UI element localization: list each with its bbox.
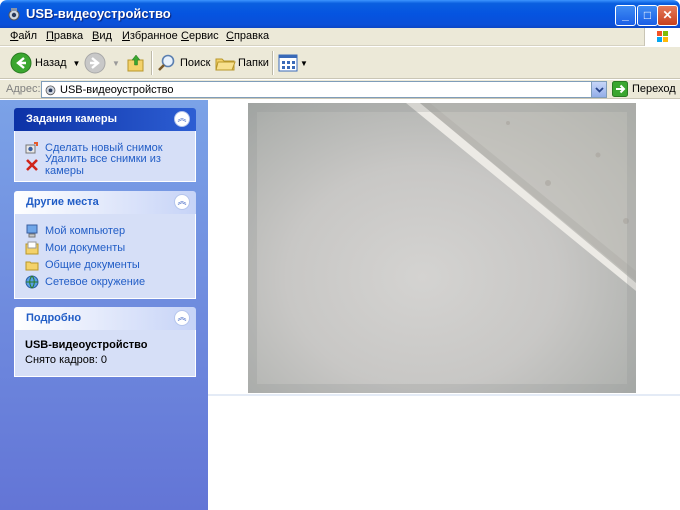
menu-file[interactable]: Файл <box>10 30 37 42</box>
toolbar: Назад ▼ ▼ Поиск Папки ▼ <box>0 47 680 79</box>
forward-arrow-icon <box>84 52 106 74</box>
toolbar-separator <box>272 51 273 75</box>
my-documents-label: Мои документы <box>45 241 126 254</box>
my-computer-label: Мой компьютер <box>45 224 126 237</box>
menu-tools[interactable]: Сервис <box>181 30 219 42</box>
delete-all-snapshots-link[interactable]: Удалить все снимки из камеры <box>25 153 185 177</box>
go-label: Переход <box>632 83 676 95</box>
my-documents-icon <box>25 241 39 254</box>
back-arrow-icon <box>10 52 32 74</box>
views-dropdown-icon: ▼ <box>300 58 308 68</box>
camera-tasks-title: Задания камеры <box>26 113 117 125</box>
device-name: USB-видеоустройство <box>25 339 148 351</box>
search-label: Поиск <box>180 57 211 69</box>
camera-tasks-body: Сделать новый снимок Удалить все снимки … <box>14 131 196 182</box>
task-pane: Задания камеры ︽ Сделать новый снимок Уд… <box>0 100 208 510</box>
menu-view[interactable]: Вид <box>92 30 112 42</box>
address-bar: Адрес: USB-видеоустройство Переход <box>0 80 680 99</box>
collapse-icon[interactable]: ︽ <box>174 194 190 210</box>
address-field[interactable]: USB-видеоустройство <box>41 81 607 98</box>
other-places-title: Другие места <box>26 196 99 208</box>
network-places-link[interactable]: Сетевое окружение <box>25 273 185 290</box>
forward-dropdown-icon[interactable]: ▼ <box>112 59 120 68</box>
back-button[interactable]: Назад ▼ <box>10 51 80 75</box>
shared-documents-link[interactable]: Общие документы <box>25 256 185 273</box>
up-folder-icon <box>127 54 144 72</box>
menu-help[interactable]: Справка <box>226 30 269 42</box>
folders-button[interactable]: Папки <box>214 51 269 75</box>
address-dropdown-button[interactable] <box>591 82 606 97</box>
details-header[interactable]: Подробно ︽ <box>14 307 196 330</box>
other-places-header[interactable]: Другие места ︽ <box>14 191 196 214</box>
details-panel: Подробно ︽ USB-видеоустройство Снято кад… <box>14 307 196 377</box>
camera-tasks-panel: Задания камеры ︽ Сделать новый снимок Уд… <box>14 108 196 182</box>
collapse-icon[interactable]: ︽ <box>174 310 190 326</box>
my-computer-icon <box>26 224 38 237</box>
go-arrow-icon <box>612 81 628 97</box>
menu-edit[interactable]: Правка <box>46 30 83 42</box>
search-icon <box>158 54 175 71</box>
forward-button[interactable]: ▼ <box>84 51 120 75</box>
folders-label: Папки <box>238 57 269 69</box>
preview-divider <box>208 394 680 396</box>
menu-bar: Файл Правка Вид Избранное Сервис Справка <box>0 28 680 46</box>
go-button[interactable]: Переход <box>612 81 676 97</box>
shared-documents-label: Общие документы <box>45 258 140 271</box>
up-folder-button[interactable] <box>126 51 146 75</box>
camera-small-icon <box>45 85 56 96</box>
shared-documents-icon <box>25 261 39 270</box>
camera-app-icon <box>8 8 20 21</box>
network-places-label: Сетевое окружение <box>45 275 146 288</box>
other-places-panel: Другие места ︽ Мой компьютер Мои докумен… <box>14 191 196 299</box>
minimize-button[interactable]: _ <box>615 5 636 26</box>
my-documents-link[interactable]: Мои документы <box>25 239 185 256</box>
window-title: USB-видеоустройство <box>26 6 171 21</box>
chevron-down-icon <box>595 87 604 93</box>
collapse-icon[interactable]: ︽ <box>174 111 190 127</box>
back-label: Назад <box>35 57 67 69</box>
folders-icon <box>215 58 236 71</box>
details-body: USB-видеоустройство Снято кадров: 0 <box>14 330 196 377</box>
frames-count: Снято кадров: 0 <box>25 354 107 366</box>
camera-preview-image <box>248 103 636 393</box>
camera-snapshot-icon <box>25 141 38 153</box>
views-button[interactable]: ▼ <box>278 51 308 75</box>
details-title: Подробно <box>26 312 82 324</box>
delete-x-icon <box>26 158 38 171</box>
other-places-body: Мой компьютер Мои документы Общие докуме… <box>14 214 196 299</box>
title-bar: USB-видеоустройство _ □ ✕ <box>0 0 680 28</box>
address-label: Адрес: <box>6 83 41 95</box>
address-value: USB-видеоустройство <box>60 84 174 96</box>
windows-logo-icon <box>644 28 680 46</box>
back-dropdown-icon[interactable]: ▼ <box>73 59 81 68</box>
camera-tasks-header[interactable]: Задания камеры ︽ <box>14 108 196 131</box>
menu-favorites[interactable]: Избранное <box>122 30 178 42</box>
delete-all-snapshots-label: Удалить все снимки из камеры <box>45 152 161 177</box>
main-pane <box>208 100 680 510</box>
close-button[interactable]: ✕ <box>657 5 678 26</box>
network-icon <box>25 275 39 288</box>
maximize-button[interactable]: □ <box>637 5 658 26</box>
views-grid-icon <box>278 54 298 72</box>
toolbar-separator <box>151 51 152 75</box>
my-computer-link[interactable]: Мой компьютер <box>25 222 185 239</box>
search-button[interactable]: Поиск <box>157 51 210 75</box>
